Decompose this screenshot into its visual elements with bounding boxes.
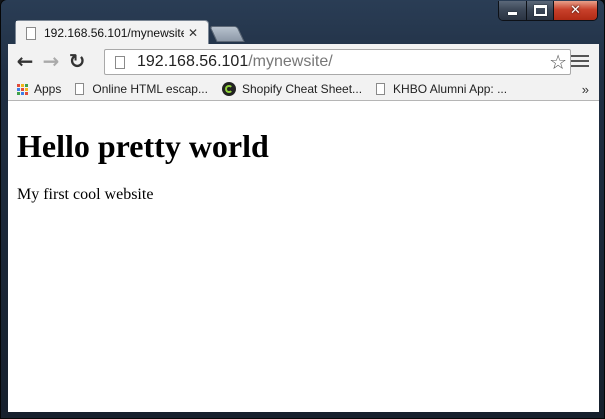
tab-title: 192.168.56.101/mynewsite	[44, 26, 184, 40]
apps-grid-dot	[17, 91, 20, 95]
bookmark-label: Online HTML escap...	[92, 82, 208, 96]
apps-grid-dot	[21, 87, 24, 91]
apps-grid-dot	[25, 83, 28, 87]
new-tab-button[interactable]	[209, 26, 245, 42]
shopify-icon	[221, 82, 236, 96]
minimize-button[interactable]	[499, 1, 527, 20]
bookmark-label: Shopify Cheat Sheet...	[241, 82, 363, 96]
page-paragraph: My first cool website	[17, 186, 154, 203]
reload-button[interactable]: ↻	[64, 48, 90, 74]
close-window-button[interactable]: ✕	[554, 1, 597, 20]
apps-grid-dot	[25, 91, 28, 95]
apps-grid-dot	[17, 87, 20, 91]
apps-grid-icon	[17, 83, 28, 95]
bookmark-khbo-alumni-app[interactable]: KHBO Alumni App: ...	[376, 82, 507, 96]
back-arrow-icon: ←	[16, 49, 34, 73]
window-caption-buttons: ✕	[498, 1, 598, 21]
back-button[interactable]: ←	[12, 48, 38, 74]
maximize-icon	[533, 5, 547, 16]
bookmarks-bar: Apps Online HTML escap... Shopify Cheat …	[8, 78, 599, 101]
minimize-icon	[508, 12, 517, 15]
bookmark-star-icon[interactable]: ☆	[549, 50, 567, 74]
address-bar[interactable]: 192.168.56.101/mynewsite/ ☆	[104, 49, 571, 75]
page-icon	[376, 83, 386, 95]
url-text[interactable]: 192.168.56.101/mynewsite/	[137, 53, 333, 71]
page-icon	[26, 26, 36, 40]
apps-grid-dot	[21, 91, 24, 95]
page-heading: Hello pretty world	[17, 128, 269, 164]
bookmark-label: Apps	[34, 82, 62, 96]
apps-grid-dot	[25, 87, 28, 91]
forward-button[interactable]: →	[38, 48, 64, 74]
bookmarks-overflow-button[interactable]: »	[582, 82, 589, 97]
forward-arrow-icon: →	[42, 49, 60, 73]
page-icon	[75, 83, 85, 95]
browser-window: ✕ 192.168.56.101/mynewsite ✕ ← → ↻ 192.1…	[1, 0, 604, 418]
apps-grid-dot	[21, 83, 24, 87]
page-icon	[115, 55, 125, 69]
bookmark-online-html-escape[interactable]: Online HTML escap...	[75, 82, 208, 96]
bookmark-shopify-cheat-sheet[interactable]: Shopify Cheat Sheet...	[221, 82, 363, 96]
page-viewport: Hello pretty world My first cool website	[8, 101, 599, 412]
bookmark-label: KHBO Alumni App: ...	[393, 82, 508, 96]
bookmark-apps[interactable]: Apps	[8, 82, 61, 96]
url-path: /mynewsite/	[248, 53, 333, 70]
reload-icon: ↻	[68, 49, 86, 73]
apps-grid-dot	[17, 83, 20, 87]
tab-close-icon[interactable]: ✕	[188, 26, 198, 40]
hamburger-icon	[571, 55, 589, 57]
maximize-button[interactable]	[527, 1, 554, 20]
toolbar: ← → ↻ 192.168.56.101/mynewsite/ ☆	[8, 44, 599, 78]
close-icon: ✕	[570, 3, 581, 18]
chrome-menu-button[interactable]	[571, 52, 589, 70]
tab-active[interactable]: 192.168.56.101/mynewsite ✕	[15, 20, 209, 45]
url-host: 192.168.56.101	[137, 53, 249, 70]
